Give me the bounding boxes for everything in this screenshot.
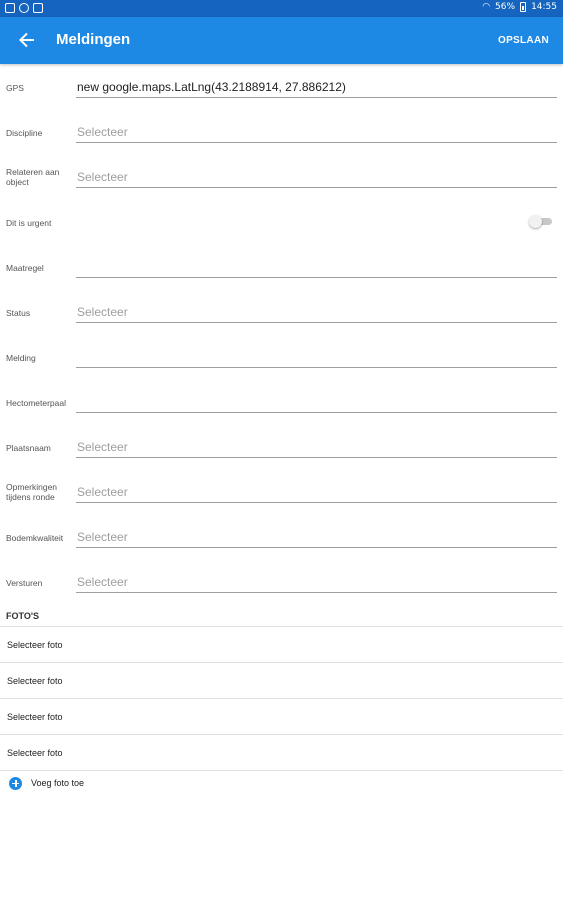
page-title: Meldingen: [56, 31, 131, 48]
versturen-select[interactable]: Selecteer: [76, 573, 557, 593]
form-row-melding: Melding: [0, 334, 563, 379]
field-label: Opmerkingen tijdens ronde: [6, 482, 58, 502]
fotos-section-header: FOTO'S: [6, 611, 39, 621]
sync-notification-icon: [19, 3, 29, 13]
field-label: Maatregel: [6, 263, 44, 273]
hectometerpaal-input[interactable]: [76, 393, 557, 413]
field-label: Status: [6, 308, 31, 318]
add-photo-label: Voeg foto toe: [31, 778, 85, 788]
opmerkingen-select[interactable]: Selecteer: [76, 483, 557, 503]
toggle-thumb: [529, 215, 542, 228]
wifi-icon: ◠: [482, 2, 491, 12]
field-label: Relateren aan object: [6, 167, 60, 187]
form-row-opmerkingen: Opmerkingen tijdens ronde Selecteer: [0, 469, 563, 514]
select-photo-label: Selecteer foto: [7, 676, 63, 686]
select-photo-item[interactable]: Selecteer foto: [0, 627, 563, 663]
melding-form: GPS new google.maps.LatLng(43.2188914, 2…: [0, 64, 563, 604]
field-label: Dit is urgent: [6, 218, 52, 228]
field-label: Versturen: [6, 578, 43, 588]
select-photo-item[interactable]: Selecteer foto: [0, 699, 563, 735]
app-bar: Meldingen OPSLAAN: [0, 17, 563, 64]
form-row-hectometerpaal: Hectometerpaal: [0, 379, 563, 424]
field-label: Melding: [6, 353, 36, 363]
gps-field[interactable]: new google.maps.LatLng(43.2188914, 27.88…: [76, 78, 557, 98]
message-notification-icon: [33, 3, 43, 13]
field-label: Hectometerpaal: [6, 398, 67, 408]
form-row-versturen: Versturen Selecteer: [0, 559, 563, 604]
status-select[interactable]: Selecteer: [76, 303, 557, 323]
form-row-discipline: Discipline Selecteer: [0, 109, 563, 154]
fotos-list: Selecteer foto Selecteer foto Selecteer …: [0, 626, 563, 771]
field-label: Bodemkwaliteit: [6, 533, 64, 543]
battery-icon: [520, 2, 527, 12]
field-label: Plaatsnaam: [6, 443, 51, 453]
gallery-notification-icon: [5, 3, 15, 13]
status-system-info: ◠ 56% 14:55: [482, 2, 557, 12]
form-row-status: Status Selecteer: [0, 289, 563, 334]
form-row-plaatsnaam: Plaatsnaam Selecteer: [0, 424, 563, 469]
select-photo-label: Selecteer foto: [7, 640, 63, 650]
field-label: Discipline: [6, 128, 43, 138]
maatregel-input[interactable]: [76, 258, 557, 278]
arrow-back-icon: [19, 32, 34, 48]
select-photo-label: Selecteer foto: [7, 748, 63, 758]
plaatsnaam-select[interactable]: Selecteer: [76, 438, 557, 458]
select-photo-label: Selecteer foto: [7, 712, 63, 722]
status-bar: ◠ 56% 14:55: [0, 0, 563, 17]
urgent-toggle[interactable]: [529, 215, 553, 228]
battery-percentage: 56%: [495, 2, 516, 12]
form-row-urgent: Dit is urgent: [0, 199, 563, 244]
add-photo-button[interactable]: Voeg foto toe: [9, 775, 84, 791]
back-button[interactable]: [15, 28, 39, 52]
form-row-maatregel: Maatregel: [0, 244, 563, 289]
melding-input[interactable]: [76, 348, 557, 368]
relateren-object-select[interactable]: Selecteer: [76, 168, 557, 188]
select-photo-item[interactable]: Selecteer foto: [0, 735, 563, 771]
add-circle-icon: [9, 776, 22, 790]
bodemkwaliteit-select[interactable]: Selecteer: [76, 528, 557, 548]
form-row-relateren: Relateren aan object Selecteer: [0, 154, 563, 199]
save-button[interactable]: OPSLAAN: [498, 35, 549, 46]
clock: 14:55: [531, 2, 557, 12]
status-notification-icons: [5, 3, 43, 13]
form-row-bodemkwaliteit: Bodemkwaliteit Selecteer: [0, 514, 563, 559]
select-photo-item[interactable]: Selecteer foto: [0, 663, 563, 699]
field-label: GPS: [6, 83, 24, 93]
discipline-select[interactable]: Selecteer: [76, 123, 557, 143]
form-row-gps: GPS new google.maps.LatLng(43.2188914, 2…: [0, 64, 563, 109]
